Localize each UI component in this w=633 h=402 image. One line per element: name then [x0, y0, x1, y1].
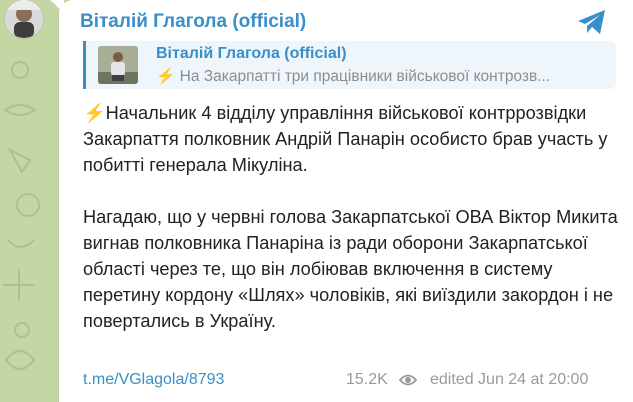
channel-avatar[interactable] [5, 0, 43, 38]
telegram-share-icon[interactable] [576, 8, 608, 36]
edited-timestamp: edited Jun 24 at 20:00 [430, 371, 589, 388]
message-paragraph-2: Нагадаю, що у червні голова Закарпатсько… [83, 207, 618, 331]
lightning-emoji: ⚡ [83, 103, 106, 123]
post-link[interactable]: t.me/VGlagola/8793 [83, 371, 224, 389]
message-footer: t.me/VGlagola/8793 15.2K edited Jun 24 a… [83, 369, 611, 393]
reply-author: Віталій Глагола (official) [156, 45, 347, 62]
lightning-emoji: ⚡ [156, 68, 176, 85]
reply-preview[interactable]: Віталій Глагола (official) ⚡ На Закарпат… [83, 41, 616, 89]
paragraph-1-text: Начальник 4 відділу управління військово… [83, 103, 608, 175]
reply-thumbnail [98, 46, 138, 84]
reply-preview-text: На Закарпатті три працівники військової … [179, 68, 551, 85]
message-text: ⚡Начальник 4 відділу управління військов… [83, 100, 618, 334]
eye-icon [399, 374, 417, 386]
avatar-photo [5, 0, 43, 38]
view-count: 15.2K [346, 371, 388, 388]
reply-text: ⚡ На Закарпатті три працівники військово… [156, 67, 611, 86]
channel-name[interactable]: Віталій Глагола (official) [80, 11, 306, 33]
message-paragraph-1: ⚡Начальник 4 відділу управління військов… [83, 100, 618, 178]
